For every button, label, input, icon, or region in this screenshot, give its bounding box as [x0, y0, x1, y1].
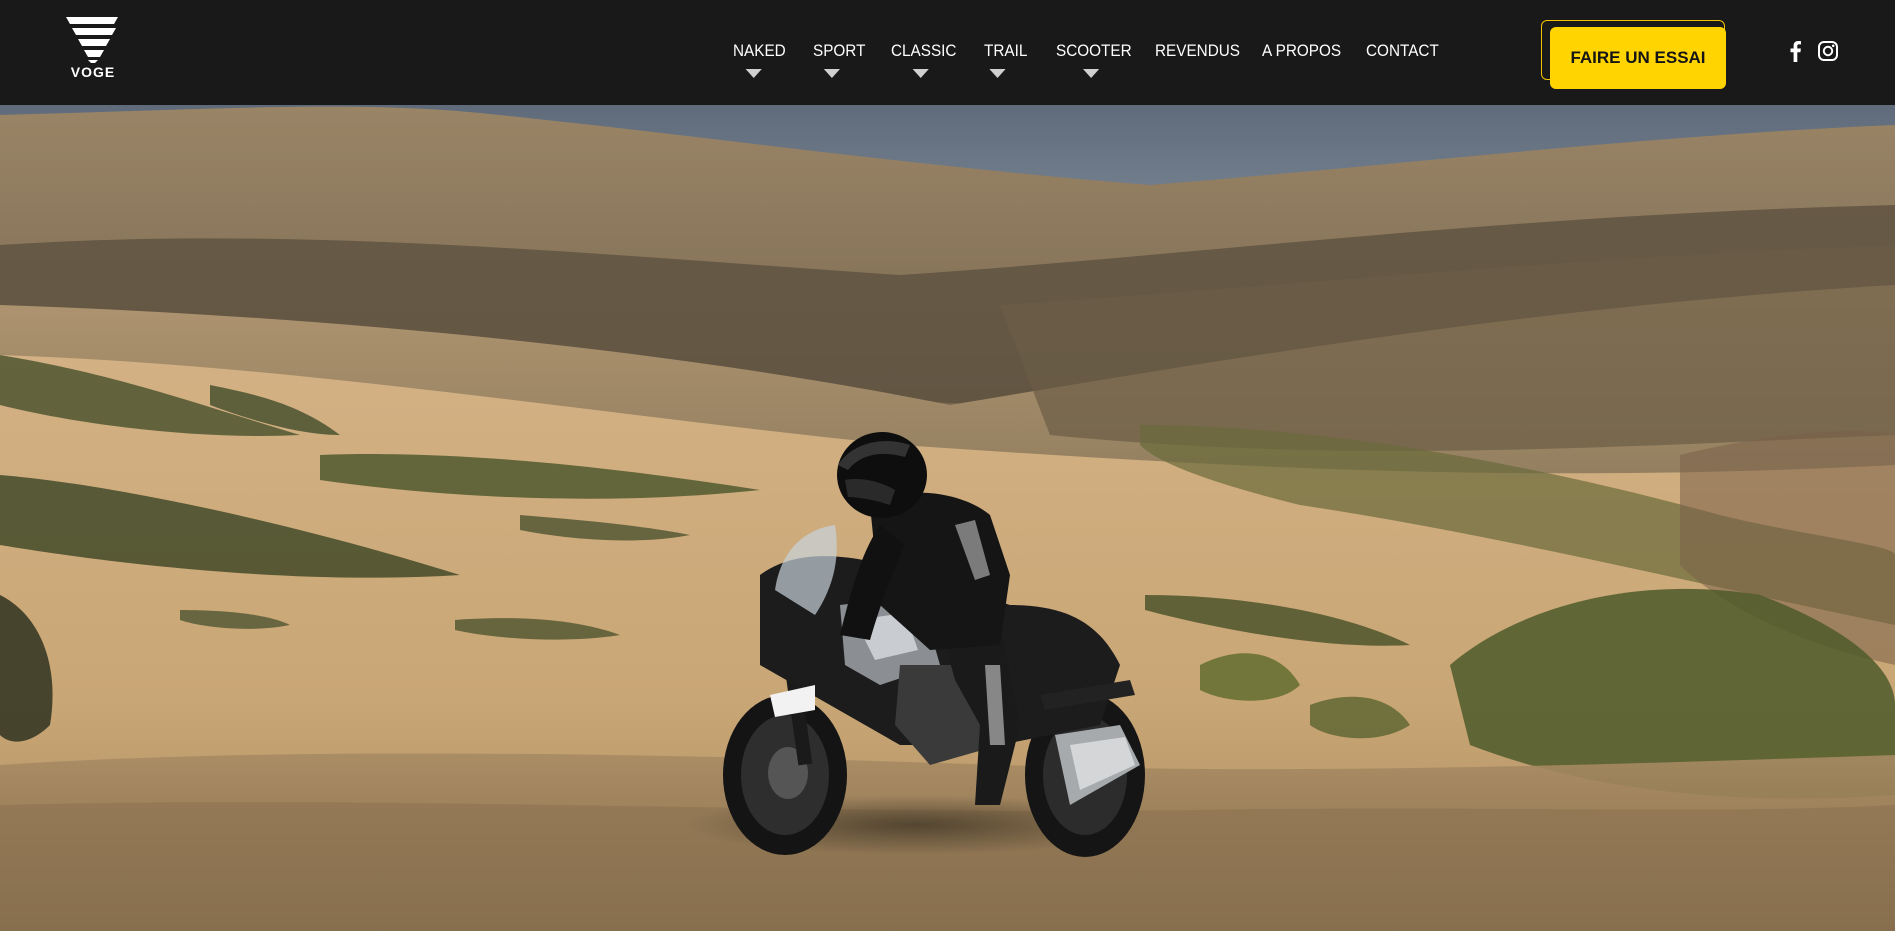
chevron-down-icon — [745, 69, 762, 78]
nav-item-label: REVENDUS — [1155, 41, 1241, 60]
chevron-down-icon — [989, 69, 1006, 78]
site-header: VOGE NAKED SPORT CLASSIC TRAIL SCOOTER R… — [0, 0, 1895, 105]
instagram-icon — [1818, 41, 1838, 61]
nav-item-label: NAKED — [733, 41, 786, 60]
hero-photo — [0, 105, 1895, 931]
nav-item-label: CLASSIC — [891, 41, 957, 60]
nav-item-scooter[interactable]: SCOOTER — [1056, 39, 1132, 84]
nav-item-revendus[interactable]: REVENDUS — [1155, 39, 1240, 84]
facebook-icon — [1790, 41, 1801, 62]
nav-item-label: SPORT — [813, 41, 866, 60]
nav-item-sport[interactable]: SPORT — [813, 39, 865, 84]
facebook-link[interactable] — [1785, 40, 1807, 62]
nav-item-a-propos[interactable]: A PROPOS — [1262, 39, 1341, 84]
nav-item-naked[interactable]: NAKED — [733, 39, 786, 84]
chevron-down-icon — [1083, 69, 1100, 78]
test-ride-button[interactable]: FAIRE UN ESSAI — [1550, 27, 1726, 89]
nav-item-label: A PROPOS — [1262, 41, 1342, 60]
nav-item-classic[interactable]: CLASSIC — [891, 39, 956, 84]
hero-image — [0, 105, 1895, 931]
nav-item-label: SCOOTER — [1056, 41, 1132, 60]
chevron-down-icon — [823, 69, 840, 78]
nav-item-label: CONTACT — [1366, 41, 1439, 60]
nav-item-contact[interactable]: CONTACT — [1366, 39, 1439, 84]
chevron-down-icon — [912, 69, 929, 78]
nav-item-trail[interactable]: TRAIL — [984, 39, 1027, 84]
nav-item-label: TRAIL — [984, 41, 1028, 60]
instagram-link[interactable] — [1817, 40, 1839, 62]
